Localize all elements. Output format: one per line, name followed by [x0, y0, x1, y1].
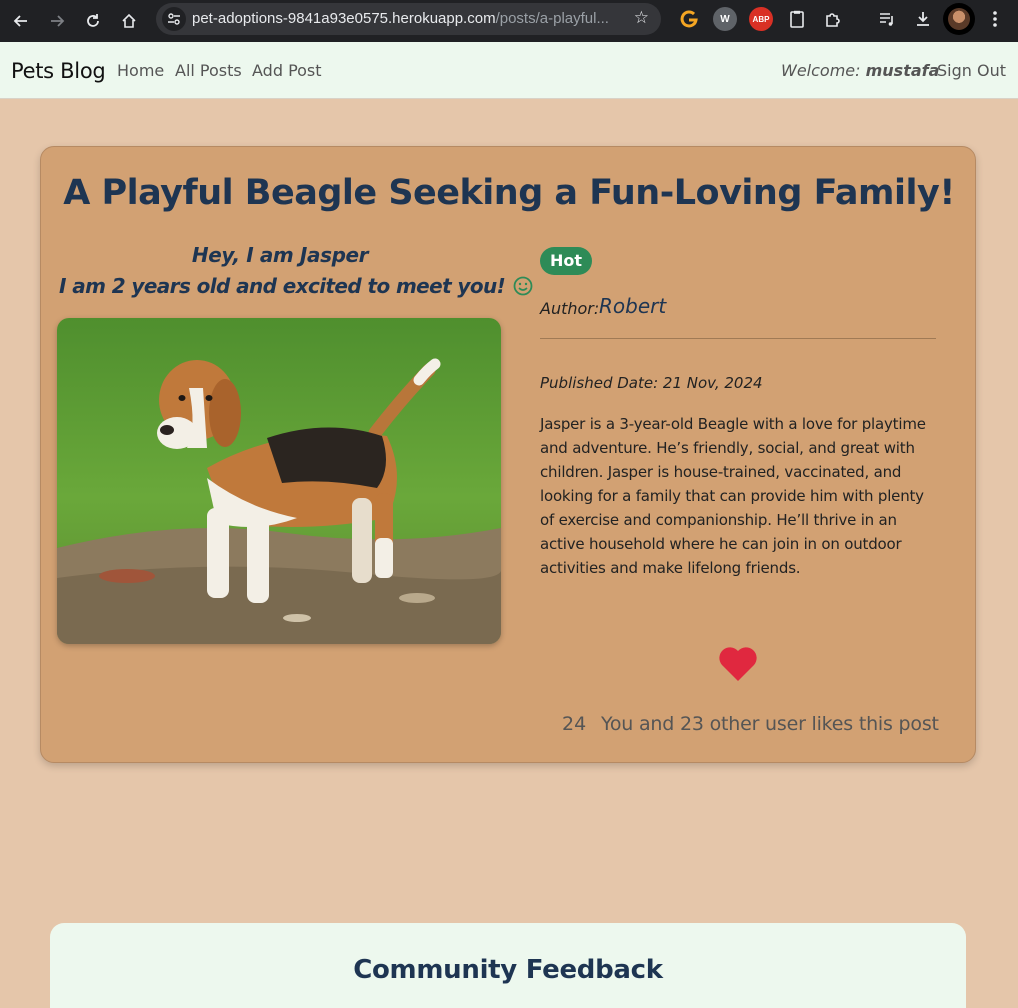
extension-abp-icon[interactable]: ABP	[749, 7, 773, 31]
welcome-label: Welcome:	[781, 61, 861, 80]
smile-icon	[513, 276, 533, 301]
menu-kebab-icon[interactable]	[983, 7, 1007, 31]
nav-all-posts[interactable]: All Posts	[175, 61, 242, 80]
profile-avatar[interactable]	[943, 3, 975, 35]
pet-photo	[57, 318, 501, 644]
brand-link[interactable]: Pets Blog	[11, 59, 106, 83]
bookmark-star-icon[interactable]: ☆	[634, 8, 649, 28]
community-feedback-section: Community Feedback	[50, 923, 966, 1008]
extension-clipboard-icon[interactable]	[785, 7, 809, 31]
download-icon[interactable]	[911, 7, 935, 31]
url-text: pet-adoptions-9841a93e0575.herokuapp.com…	[192, 10, 609, 27]
pet-intro-age-text: I am 2 years old and excited to meet you…	[59, 274, 506, 298]
divider	[540, 338, 936, 339]
pet-intro-name: Hey, I am Jasper	[191, 243, 369, 267]
likes-count: 24	[562, 713, 587, 735]
sign-out-link[interactable]: Sign Out	[937, 61, 1006, 80]
extension-w-icon[interactable]: W	[713, 7, 737, 31]
browser-toolbar: pet-adoptions-9841a93e0575.herokuapp.com…	[0, 0, 1018, 42]
back-icon[interactable]	[6, 6, 36, 36]
username: mustafa	[865, 61, 940, 80]
pet-intro-age: I am 2 years old and excited to meet you…	[59, 274, 533, 301]
post-description: Jasper is a 3-year-old Beagle with a lov…	[540, 415, 926, 577]
author-label: Author:	[540, 299, 600, 318]
post-title: A Playful Beagle Seeking a Fun-Loving Fa…	[63, 173, 955, 213]
site-settings-icon[interactable]	[162, 7, 186, 31]
author-name: Robert	[599, 294, 667, 318]
forward-icon[interactable]	[42, 6, 72, 36]
heart-like-icon[interactable]	[718, 646, 758, 682]
published-date: Published Date: 21 Nov, 2024	[540, 374, 763, 392]
site-navbar: Pets Blog Home All Posts Add Post Welcom…	[0, 42, 1018, 99]
feedback-title: Community Feedback	[353, 955, 663, 985]
reload-icon[interactable]	[78, 6, 108, 36]
hot-badge: Hot	[540, 247, 593, 275]
nav-home[interactable]: Home	[117, 61, 164, 80]
likes-text: You and 23 other user likes this post	[601, 713, 939, 735]
extension-g-icon[interactable]	[677, 7, 701, 31]
url-host: pet-adoptions-9841a93e0575.herokuapp.com	[192, 10, 496, 27]
home-icon[interactable]	[114, 6, 144, 36]
media-queue-icon[interactable]	[875, 7, 899, 31]
welcome-text: Welcome: mustafa	[781, 61, 939, 80]
url-path: /posts/a-playful...	[495, 10, 609, 27]
address-bar[interactable]: pet-adoptions-9841a93e0575.herokuapp.com…	[156, 3, 661, 35]
post-card: A Playful Beagle Seeking a Fun-Loving Fa…	[40, 146, 976, 763]
nav-add-post[interactable]: Add Post	[252, 61, 322, 80]
extensions-puzzle-icon[interactable]	[821, 7, 845, 31]
